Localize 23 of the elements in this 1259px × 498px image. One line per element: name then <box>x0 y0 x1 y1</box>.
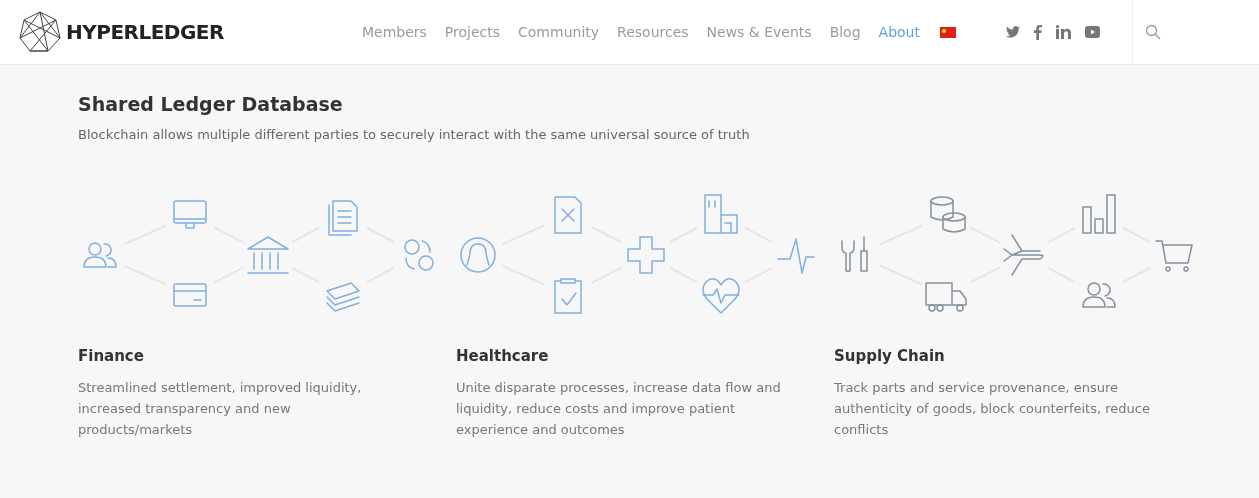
nav-link[interactable]: Resources <box>617 21 689 43</box>
nav-link[interactable]: News & Events <box>706 21 812 43</box>
sector-description: Streamlined settlement, improved liquidity, increased transparency and new products/markets <box>78 379 363 439</box>
nav-link[interactable]: About <box>878 21 920 43</box>
sector-title: Healthcare <box>456 345 550 367</box>
search-icon[interactable] <box>1145 24 1161 40</box>
section-subtitle: Blockchain allows multiple different parties to securely interact with the same universal source of truth <box>78 126 751 144</box>
sector-title: Supply Chain <box>834 345 946 367</box>
flag-icon[interactable] <box>940 26 956 38</box>
facebook-icon[interactable] <box>1034 24 1042 40</box>
nav-link[interactable]: Projects <box>444 21 501 43</box>
sector-description: Unite disparate processes, increase data flow and liquidity, reduce costs and improve patient experience and outcomes <box>456 379 782 439</box>
sector-title: Finance <box>78 345 145 367</box>
section-title: Shared Ledger Database <box>78 92 344 117</box>
nav-link[interactable]: Community <box>518 21 600 43</box>
nav-link[interactable]: Blog <box>829 21 861 43</box>
nav-link[interactable]: Members <box>361 21 427 43</box>
twitter-icon[interactable] <box>1006 26 1020 38</box>
sector-description: Track parts and service provenance, ensure authenticity of goods, block counterfeits, reduce conflicts <box>834 379 1151 439</box>
linkedin-icon[interactable] <box>1056 25 1071 39</box>
logo-wordmark[interactable]: HYPERLEDGER <box>66 17 224 47</box>
logo-icon[interactable] <box>18 10 62 54</box>
youtube-icon[interactable] <box>1085 26 1100 38</box>
